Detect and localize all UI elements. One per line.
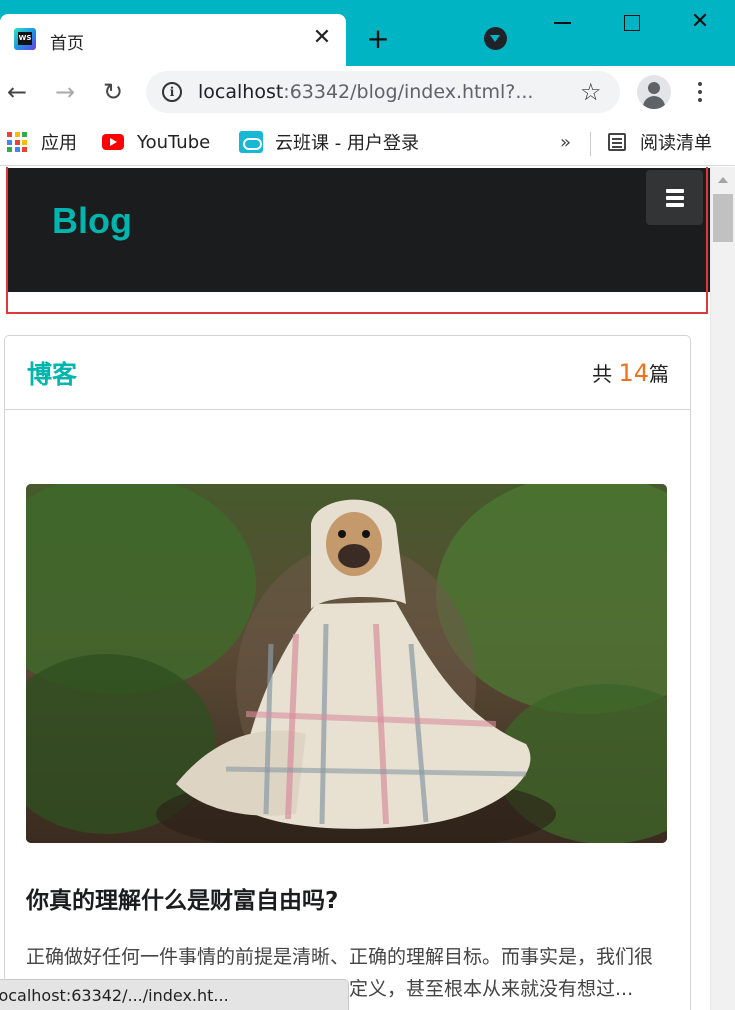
reading-list-icon	[608, 133, 626, 151]
page-viewport: Blog 博客 共 14篇 你真的理解什么是财富自由吗? 正确做好任何一件事情的…	[0, 167, 710, 1010]
apps-grid-icon	[7, 132, 27, 152]
tab-search-icon[interactable]	[484, 27, 507, 50]
bookmark-youtube[interactable]: YouTube	[102, 128, 210, 156]
webstorm-favicon-icon: WS	[14, 28, 36, 50]
cloud-class-icon	[239, 131, 263, 153]
browser-menu-button[interactable]	[688, 76, 712, 108]
browser-titlebar: WS 首页 ✕ + ✕	[0, 0, 735, 66]
menu-toggle-button[interactable]	[646, 170, 703, 225]
reading-list-label: 阅读清单	[640, 133, 712, 154]
bookmark-label: YouTube	[137, 131, 211, 153]
bookmark-cloud-class[interactable]: 云班课 - 用户登录	[239, 128, 419, 156]
avatar-head-icon	[648, 82, 660, 94]
scroll-up-arrow-icon[interactable]	[718, 177, 728, 183]
bookmark-apps[interactable]: 应用	[7, 128, 77, 156]
youtube-icon	[102, 134, 124, 150]
pug-blanket-image	[26, 484, 667, 843]
minimize-window-button[interactable]	[546, 6, 582, 38]
maximize-window-button[interactable]	[614, 6, 650, 38]
browser-toolbar: ← → ↻ i localhost:63342/blog/index.html?…	[0, 66, 735, 118]
scrollbar-thumb[interactable]	[713, 194, 733, 242]
card-title: 博客	[27, 360, 78, 389]
reload-button[interactable]: ↻	[97, 76, 129, 108]
blog-list-card: 博客 共 14篇 你真的理解什么是财富自由吗? 正确做好任何一件事情的前提是清晰…	[4, 335, 691, 1010]
address-url[interactable]: localhost:63342/blog/index.html?...	[198, 81, 533, 103]
link-status-bubble: localhost:63342/.../index.ht...	[0, 979, 349, 1010]
bookmarks-bar: 应用 YouTube 云班课 - 用户登录 » 阅读清单	[0, 118, 735, 166]
site-navbar: Blog	[7, 168, 710, 292]
back-button[interactable]: ←	[1, 76, 33, 108]
browser-tab[interactable]: WS 首页 ✕	[0, 14, 346, 66]
profile-avatar-button[interactable]	[637, 75, 671, 109]
bookmarks-divider	[590, 132, 591, 156]
reading-list-button[interactable]: 阅读清单	[608, 128, 712, 156]
card-header: 博客 共 14篇	[5, 336, 690, 410]
forward-button[interactable]: →	[49, 76, 81, 108]
hamburger-icon	[666, 189, 684, 193]
tab-close-icon[interactable]: ✕	[308, 24, 336, 52]
new-tab-button[interactable]: +	[362, 24, 394, 56]
tab-title: 首页	[50, 34, 84, 54]
bookmark-label: 应用	[41, 133, 77, 154]
post-title[interactable]: 你真的理解什么是财富自由吗?	[26, 881, 338, 915]
close-window-button[interactable]: ✕	[682, 6, 718, 38]
url-host: localhost	[198, 81, 284, 103]
url-path: :63342/blog/index.html?...	[283, 81, 534, 103]
bookmark-star-icon[interactable]: ☆	[580, 77, 602, 107]
post-image[interactable]	[26, 484, 667, 843]
site-brand[interactable]: Blog	[52, 200, 132, 242]
site-info-icon[interactable]: i	[162, 82, 182, 102]
page-scrollbar[interactable]	[710, 167, 735, 1010]
post-count-number: 14	[618, 359, 649, 387]
bookmark-label: 云班课 - 用户登录	[275, 133, 419, 154]
address-bar[interactable]: i localhost:63342/blog/index.html?... ☆	[146, 71, 620, 113]
avatar-body-icon	[643, 96, 665, 109]
post-count: 共 14篇	[592, 359, 669, 387]
bookmarks-overflow-button[interactable]: »	[560, 128, 571, 156]
